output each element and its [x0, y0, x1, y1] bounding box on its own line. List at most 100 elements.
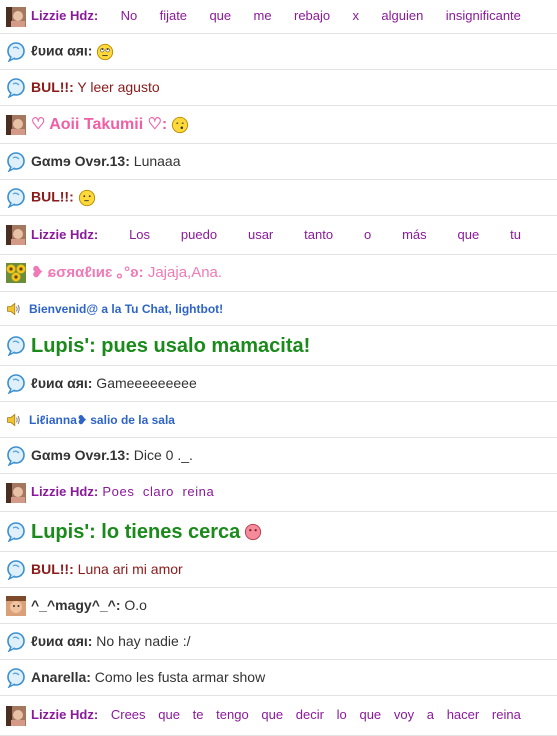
message-word: decir	[295, 707, 324, 723]
username: Lizzie Hdz:	[31, 707, 99, 723]
username: BUL!!:	[31, 188, 74, 205]
bubble-avatar[interactable]	[6, 559, 26, 580]
message-body: Lizzie Hdz: Poes claro reina	[31, 485, 549, 499]
chat-message-row: Lupis': pues usalo mamacita!	[0, 326, 557, 366]
username: Lizzie Hdz:	[31, 226, 99, 242]
photo-avatar[interactable]	[6, 705, 26, 726]
photo-avatar[interactable]	[6, 482, 26, 503]
username: Lizzie Hdz:	[31, 8, 99, 24]
message-body: Anarella: Como les fusta armar show	[31, 668, 549, 685]
speaker-icon[interactable]	[6, 412, 22, 428]
chat-message-row: Lizzie Hdz: Crees que te tengo que decir lo que v…	[0, 696, 557, 736]
message-word: que	[209, 8, 232, 24]
message-word: te	[192, 707, 204, 723]
message-word: tanto	[304, 226, 334, 242]
message-body: ℓυиα αяι: Gameeeeeeeee	[31, 374, 549, 391]
bubble-avatar[interactable]	[6, 445, 26, 466]
bubble-avatar[interactable]	[6, 151, 26, 172]
message-word: que	[457, 226, 480, 242]
username: Gαmɘ Ovɘr.13:	[31, 152, 130, 169]
message-text: Dice 0 ._.	[129, 446, 193, 463]
message-body: ℓυиα αяι:	[31, 43, 549, 61]
chat-message-row: Lizzie Hdz: Poes claro reina	[0, 474, 557, 512]
message-word: que	[261, 707, 284, 723]
speaker-icon[interactable]	[6, 301, 22, 317]
system-notice: Bienvenid@ a la Tu Chat, lightbot!	[29, 301, 224, 316]
bubble-avatar[interactable]	[6, 373, 26, 394]
message-text: No hay nadie :/	[92, 632, 191, 649]
flower-avatar[interactable]	[6, 263, 26, 283]
chat-message-row: ℓυиα αяι: Gameeeeeeeee	[0, 366, 557, 402]
message-word: Crees	[110, 707, 146, 723]
message-body: ❥ ɕσяαℓιиɛ ｡°ʚ: Jajaja,Ana.	[31, 263, 549, 282]
thinking-emoji	[78, 189, 95, 206]
photo-avatar[interactable]	[6, 6, 26, 27]
message-body: Gαmɘ Ovɘr.13: Lunaaa	[31, 152, 549, 169]
message-text: Lunaaa	[129, 152, 181, 169]
username: Lupis':	[31, 520, 96, 543]
message-word: usar	[247, 226, 274, 242]
message-word: que	[359, 707, 382, 723]
message-word: hacer	[446, 707, 480, 723]
message-word: puedo	[180, 226, 218, 242]
chat-message-row: BUL!!: Luna ari mi amor	[0, 552, 557, 588]
message-word: más	[402, 226, 427, 242]
bubble-avatar[interactable]	[6, 335, 26, 356]
message-word: o	[363, 226, 372, 242]
photo-avatar[interactable]	[6, 114, 26, 135]
username: Gαmɘ Ovɘr.13:	[31, 446, 130, 463]
chat-message-row: Liℓianna❥ salio de la sala	[0, 402, 557, 438]
bubble-avatar[interactable]	[6, 667, 26, 688]
bubble-avatar[interactable]	[6, 77, 26, 98]
username: BUL!!:	[31, 78, 74, 95]
message-body: Lupis': lo tienes cerca	[31, 521, 549, 543]
message-body: Lupis': pues usalo mamacita!	[31, 335, 549, 357]
message-text: Como les fusta armar show	[90, 668, 266, 685]
chat-message-row: ℓυиα αяι:	[0, 34, 557, 70]
chat-message-row: Anarella: Como les fusta armar show	[0, 660, 557, 696]
username: Lupis':	[31, 334, 96, 357]
chat-message-row: ♡ Aoii Takumii ♡:	[0, 106, 557, 144]
chat-message-row: Lizzie Hdz: Los puedo usar tanto o más que tu	[0, 216, 557, 255]
message-text: Gameeeeeeeee	[92, 374, 197, 391]
username: ℓυиα αяι:	[31, 42, 93, 59]
message-text: Jajaja,Ana.	[143, 263, 223, 281]
message-text: lo tienes cerca	[95, 520, 241, 543]
message-body: Gαmɘ Ovɘr.13: Dice 0 ._.	[31, 446, 549, 463]
chat-message-row: BUL!!:	[0, 180, 557, 216]
message-body: ♡ Aoii Takumii ♡:	[31, 116, 549, 134]
message-body: ^_^magy^_^: O.o	[31, 597, 549, 613]
bubble-avatar[interactable]	[6, 187, 26, 208]
message-body: ℓυиα αяι: No hay nadie :/	[31, 632, 549, 649]
photo-avatar[interactable]	[6, 225, 26, 245]
message-word: Los	[129, 226, 151, 242]
message-word: alguien	[381, 8, 424, 24]
username: ❥ ɕσяαℓιиɛ ｡°ʚ:	[31, 263, 144, 281]
message-word: voy	[393, 707, 415, 723]
bubble-avatar[interactable]	[6, 41, 26, 62]
bubble-avatar[interactable]	[6, 631, 26, 652]
whistle-emoji	[172, 116, 189, 133]
blush-emoji	[245, 524, 262, 541]
message-text: Poes claro reina	[98, 484, 215, 500]
username: ℓυиα αяι:	[31, 374, 93, 391]
message-body: BUL!!: Luna ari mi amor	[31, 561, 549, 577]
chat-message-row: BUL!!: Y leer agusto	[0, 70, 557, 106]
chat-message-row: Lupis': lo tienes cerca	[0, 512, 557, 552]
message-word: lo	[336, 707, 347, 723]
chat-message-row: ^_^magy^_^: O.o	[0, 588, 557, 624]
username: ℓυиα αяι:	[31, 632, 93, 649]
bubble-avatar[interactable]	[6, 521, 26, 542]
message-word: No	[120, 8, 138, 24]
message-body: Lizzie Hdz: Crees que te tengo que decir lo que v…	[31, 707, 521, 723]
message-word: reina	[491, 707, 521, 723]
face-avatar[interactable]	[6, 595, 26, 616]
message-word: rebajo	[293, 8, 331, 24]
chat-message-row: Bienvenid@ a la Tu Chat, lightbot!	[0, 292, 557, 326]
message-text: pues usalo mamacita!	[95, 334, 311, 357]
rolleyes-emoji	[97, 43, 114, 60]
message-word: me	[253, 8, 272, 24]
username: ♡ Aoii Takumii ♡:	[31, 115, 168, 133]
chat-log: Lizzie Hdz: No fijate que me rebajo x alguien in…	[0, 0, 557, 736]
chat-message-row: Lizzie Hdz: No fijate que me rebajo x alguien in…	[0, 0, 557, 34]
